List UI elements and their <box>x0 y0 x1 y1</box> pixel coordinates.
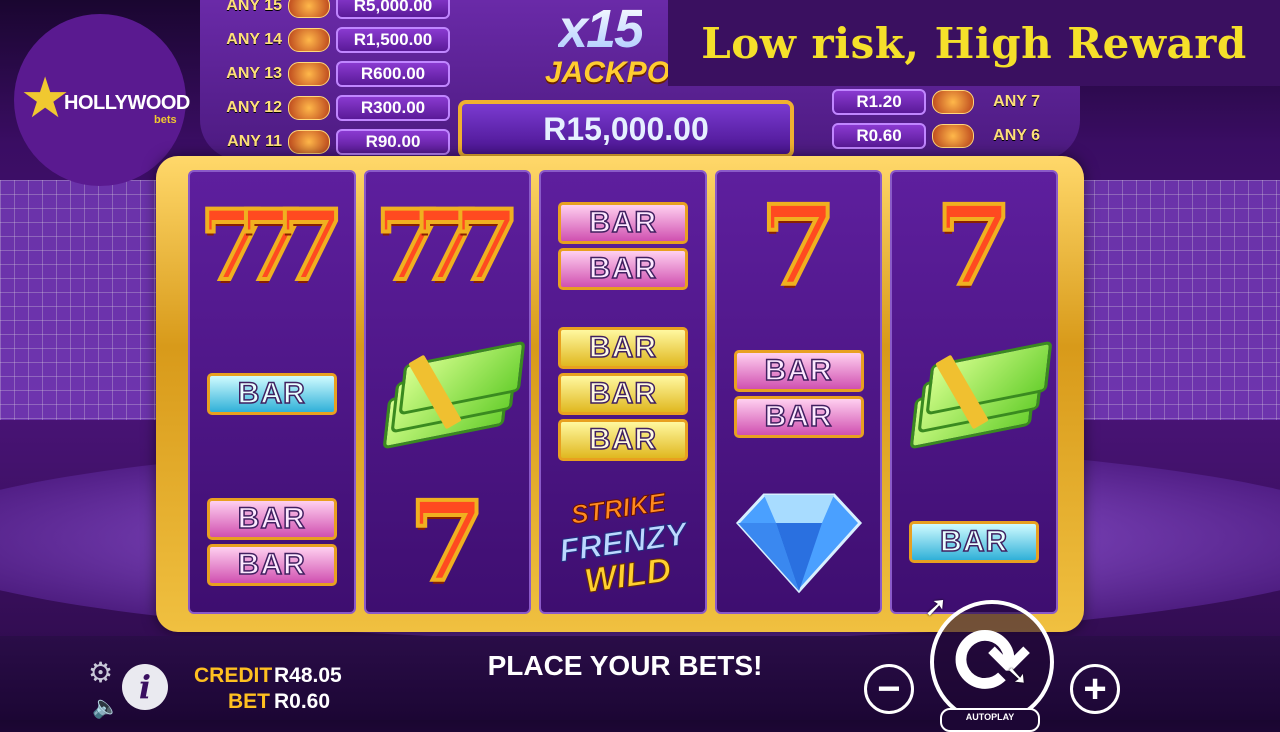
reel-symbol-bar-3-yellow: BAR BAR BAR <box>541 320 705 468</box>
strike-frenzy-logo-icon <box>288 62 330 86</box>
bet-decrease-button[interactable]: − <box>864 664 914 714</box>
paytable-count: ANY 14 <box>226 31 282 48</box>
paytable-prize: R600.00 <box>336 61 450 87</box>
bet-label: BET <box>228 690 270 713</box>
reel-2: 7777 <box>363 170 532 616</box>
pointer-cursor-icon: ➘ <box>1006 660 1028 690</box>
status-message: PLACE YOUR BETS! <box>487 650 763 681</box>
reel-symbol-seven: 7 <box>366 468 530 616</box>
reel-symbol-wild: STRIKE FRENZY WILD <box>541 468 705 616</box>
seven-symbol: 7 <box>451 189 522 303</box>
paytable-count: ANY 15 <box>226 0 282 14</box>
bar-symbol: BAR <box>206 373 337 415</box>
bar-symbol: BAR <box>557 419 688 461</box>
autoplay-button[interactable]: AUTOPLAY <box>940 708 1040 732</box>
bar-symbol: BAR <box>733 396 864 438</box>
reel-symbol-bar-2-pink: BAR BAR <box>717 320 881 468</box>
seven-symbol: 7 <box>758 181 839 310</box>
triple-seven-symbol: 777 <box>198 189 346 303</box>
bar-symbol: BAR <box>557 327 688 369</box>
jackpot-multiplier: x15 <box>557 0 644 59</box>
reel-symbol-cash <box>366 320 530 468</box>
reel-symbol-bar-2-pink: BAR BAR <box>190 468 354 616</box>
triple-seven-symbol: 777 <box>373 189 521 303</box>
right-light-wall <box>1080 180 1280 420</box>
jackpot-amount: R15,000.00 <box>458 100 794 158</box>
reel-5: 7 BAR <box>890 170 1058 614</box>
logo-sub: bets <box>154 114 177 126</box>
reel-3: BAR BAR BAR BAR BAR STRIKE FRENZY WILD <box>539 170 707 614</box>
reel-symbol-cash <box>892 320 1056 468</box>
promo-banner: Low risk, High Reward <box>668 0 1280 86</box>
hollywood-bets-logo: ★ HOLLYWOOD bets <box>14 14 190 186</box>
paytable-row: ANY 15 R5,000.00 <box>222 0 450 20</box>
paytable-prize: R1,500.00 <box>336 27 450 53</box>
bar-symbol: BAR <box>206 544 337 586</box>
paytable-count: ANY 7 <box>993 93 1040 110</box>
paytable-right: R1.20 ANY 7 R0.60 ANY 6 <box>832 88 1040 150</box>
pointer-cursor-icon: ➚ <box>924 591 948 622</box>
bar-symbol: BAR <box>733 350 864 392</box>
reel-symbol-seven: 7 <box>717 172 881 320</box>
cash-stack-icon <box>909 340 1053 450</box>
credit-value: R48.05 <box>274 664 342 687</box>
jackpot-label: JACKPOT <box>545 56 689 89</box>
strike-frenzy-logo-icon <box>288 130 330 154</box>
reel-symbol-bar-2-pink: BAR BAR <box>541 172 705 320</box>
paytable-prize: R0.60 <box>832 123 926 149</box>
bar-symbol: BAR <box>557 202 688 244</box>
paytable-row: ANY 11 R90.00 <box>222 128 450 156</box>
speaker-icon[interactable]: 🔈 <box>92 694 119 720</box>
reel-1: 7 7 7 BAR BAR BAR <box>188 170 356 614</box>
paytable-row: ANY 12 R300.00 <box>222 94 450 122</box>
credit-label: CREDIT <box>194 664 273 687</box>
strike-frenzy-logo-icon <box>288 96 330 120</box>
cash-stack-icon <box>382 340 526 450</box>
bar-symbol: BAR <box>206 498 337 540</box>
paytable-count: ANY 6 <box>993 127 1040 144</box>
reel-symbol-seven: 7 <box>892 172 1056 320</box>
logo-name: HOLLYWOOD <box>64 92 190 114</box>
wild-symbol: STRIKE FRENZY WILD <box>553 483 694 602</box>
strike-frenzy-logo-icon <box>932 90 974 114</box>
strike-frenzy-logo-icon <box>288 0 330 18</box>
paytable-prize: R300.00 <box>336 95 450 121</box>
paytable-left: ANY 15 R5,000.00 ANY 14 R1,500.00 ANY 13 R600… <box>222 0 450 156</box>
reel-4: 7 BAR BAR <box>714 170 883 616</box>
bet-value: R0.60 <box>274 690 331 713</box>
reel-symbol-triple-seven: 777 <box>190 172 354 320</box>
seven-symbol: 7 <box>275 189 346 303</box>
paytable-count: ANY 12 <box>226 99 282 116</box>
spin-button[interactable]: ⟳ <box>930 600 1054 724</box>
bet-increase-button[interactable]: + <box>1070 664 1120 714</box>
strike-frenzy-logo-icon <box>932 124 974 148</box>
seven-symbol: 7 <box>407 477 488 606</box>
info-button[interactable]: i <box>122 664 168 710</box>
paytable-prize: R90.00 <box>336 129 450 155</box>
paytable-count: ANY 13 <box>226 65 282 82</box>
reel-symbol-bar-1-cyan: BAR <box>190 320 354 468</box>
reel-symbol-bar-1-cyan: BAR <box>892 468 1056 616</box>
gear-icon[interactable]: ⚙ <box>88 656 113 689</box>
reel-symbol-diamond <box>717 468 881 616</box>
star-icon: ★ <box>20 66 71 129</box>
bar-symbol: BAR <box>557 248 688 290</box>
bar-symbol: BAR <box>557 373 688 415</box>
paytable-prize: R5,000.00 <box>336 0 450 19</box>
paytable-row: R1.20 ANY 7 <box>832 88 1040 116</box>
promo-banner-text: Low risk, High Reward <box>701 18 1247 68</box>
paytable-row: ANY 14 R1,500.00 <box>222 26 450 54</box>
reel-symbol-triple-seven: 777 <box>366 172 530 320</box>
reel-area: 7 7 7 BAR BAR BAR 7 7 7 7 BAR BAR BAR BAR BAR STRIKE FRE… <box>188 170 1058 614</box>
diamond-icon <box>735 493 862 594</box>
strike-frenzy-logo-icon <box>288 28 330 52</box>
paytable-prize: R1.20 <box>832 89 926 115</box>
bar-symbol: BAR <box>909 521 1040 563</box>
paytable-count: ANY 11 <box>227 133 282 150</box>
paytable-row: R0.60 ANY 6 <box>832 122 1040 150</box>
seven-symbol: 7 <box>934 181 1015 310</box>
paytable-row: ANY 13 R600.00 <box>222 60 450 88</box>
